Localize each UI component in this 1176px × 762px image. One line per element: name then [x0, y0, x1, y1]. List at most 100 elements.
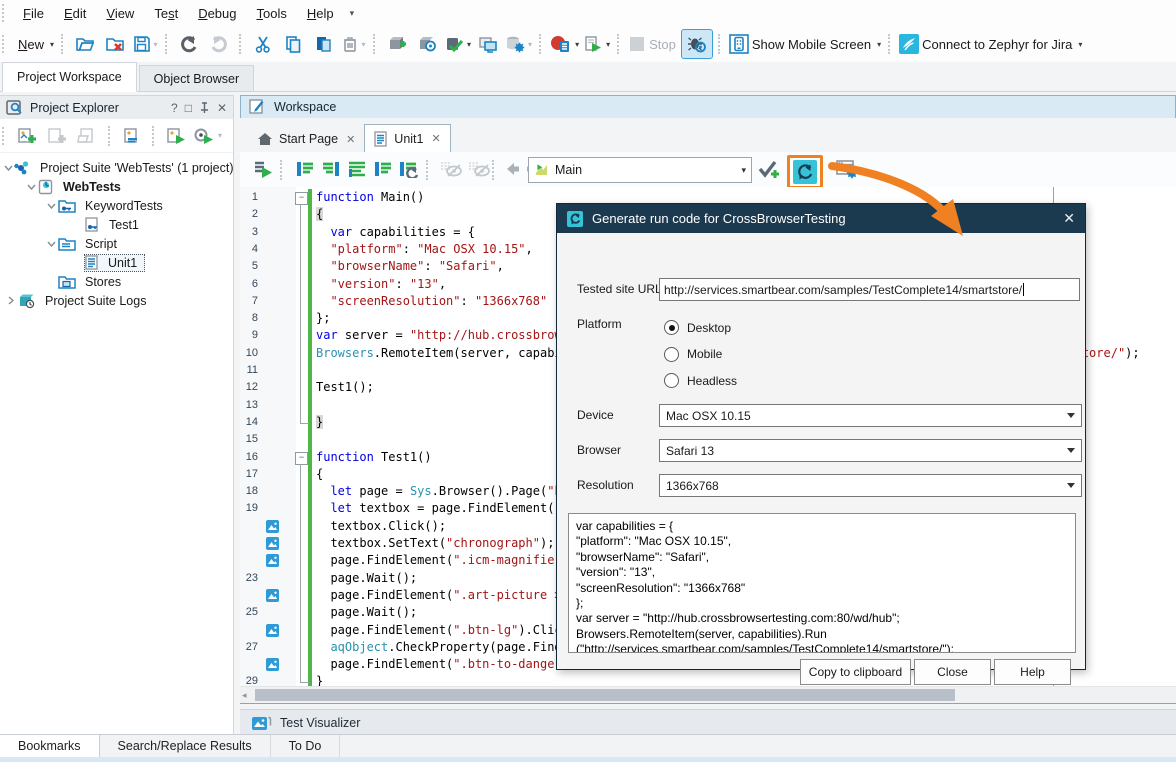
- bottom-tab-bookmarks[interactable]: Bookmarks: [0, 735, 100, 757]
- maximize-icon[interactable]: □: [185, 101, 192, 115]
- radio-icon[interactable]: [664, 347, 679, 362]
- run-test-button[interactable]: ▾: [581, 30, 612, 58]
- help-button[interactable]: Help: [994, 659, 1071, 685]
- open-button[interactable]: [70, 30, 100, 58]
- menu-edit[interactable]: Edit: [54, 2, 96, 25]
- run-project-suite-button[interactable]: ▾: [191, 122, 224, 150]
- tree-item-stores[interactable]: Stores: [0, 272, 233, 291]
- visualizer-thumbnail-icon[interactable]: [266, 554, 279, 567]
- pin-icon[interactable]: [199, 102, 210, 114]
- hide-disabled-code-button[interactable]: [436, 155, 466, 183]
- tree-item-test1[interactable]: Test1: [0, 215, 233, 234]
- tree-expander-icon[interactable]: [4, 296, 18, 305]
- close-button[interactable]: Close: [914, 659, 991, 685]
- add-new-item-button[interactable]: [382, 30, 412, 58]
- tree-expander-icon[interactable]: [44, 241, 58, 247]
- visualizer-thumbnail-icon[interactable]: [266, 658, 279, 671]
- dropdown-arrow-icon[interactable]: [1067, 483, 1075, 488]
- menu-help[interactable]: Help: [297, 2, 344, 25]
- show-disabled-code-button[interactable]: [464, 155, 494, 183]
- visualizer-thumbnail-icon[interactable]: [266, 520, 279, 533]
- browser-select[interactable]: Safari 13: [659, 439, 1082, 462]
- undo-button[interactable]: [174, 30, 204, 58]
- generated-code-preview[interactable]: var capabilities = { "platform": "Mac OS…: [568, 513, 1076, 653]
- record-button[interactable]: ▾: [548, 30, 581, 58]
- doc-tab-project-workspace[interactable]: Project Workspace: [2, 62, 137, 92]
- tree-expander-icon[interactable]: [24, 184, 38, 190]
- scroll-left-arrow-icon[interactable]: ◂: [242, 690, 247, 701]
- add-checkpoint-button[interactable]: [754, 155, 784, 183]
- show-mobile-screen-button[interactable]: Show Mobile Screen▾: [727, 30, 883, 58]
- bottom-tab-search-replace-results[interactable]: Search/Replace Results: [100, 735, 271, 757]
- dropdown-arrow-icon[interactable]: [1067, 413, 1075, 418]
- menu-debug[interactable]: Debug: [188, 2, 246, 25]
- close-project-button[interactable]: [100, 30, 130, 58]
- copy-button[interactable]: [278, 30, 308, 58]
- tree-expander-icon[interactable]: [44, 203, 58, 209]
- visualizer-thumbnail-icon[interactable]: [266, 537, 279, 550]
- menu-file[interactable]: File: [13, 2, 54, 25]
- add-new-project-item-button[interactable]: [13, 122, 43, 150]
- tested-site-url-input[interactable]: http://services.smartbear.com/samples/Te…: [659, 278, 1080, 301]
- device-select[interactable]: Mac OSX 10.15: [659, 404, 1082, 427]
- remote-screen-button[interactable]: [473, 30, 503, 58]
- debug-button[interactable]: [681, 29, 713, 59]
- crossbrowsertesting-button[interactable]: [787, 155, 823, 189]
- dialog-titlebar[interactable]: Generate run code for CrossBrowserTestin…: [557, 204, 1085, 233]
- tree-item-script[interactable]: Script: [0, 234, 233, 253]
- format-revert-button[interactable]: [394, 155, 424, 183]
- tree-item-unit1[interactable]: Unit1: [0, 253, 233, 272]
- test-visualizer-bar[interactable]: Test Visualizer: [240, 709, 1176, 735]
- doc-tab-object-browser[interactable]: Object Browser: [139, 65, 254, 91]
- redo-button[interactable]: [204, 30, 234, 58]
- paste-button[interactable]: [308, 30, 338, 58]
- explorer-toolbar-grip[interactable]: [2, 127, 8, 145]
- save-button[interactable]: ▾: [130, 30, 160, 58]
- radio-icon[interactable]: [664, 320, 679, 335]
- checkpoint-button[interactable]: ▾: [442, 30, 473, 58]
- menu-view[interactable]: View: [96, 2, 144, 25]
- run-project-button[interactable]: [161, 122, 191, 150]
- tree-item-keywordtests[interactable]: KeywordTests: [0, 196, 233, 215]
- tree-item-project-suite-logs[interactable]: Project Suite Logs: [0, 291, 233, 310]
- tree-expander-icon[interactable]: [4, 165, 13, 171]
- menu-tools[interactable]: Tools: [247, 2, 297, 25]
- editor-tab-unit1[interactable]: Unit1✕: [364, 124, 450, 152]
- visualizer-thumbnail-icon[interactable]: [266, 624, 279, 637]
- close-panel-icon[interactable]: ✕: [217, 101, 227, 115]
- dialog-close-icon[interactable]: ✕: [1063, 210, 1075, 227]
- close-tab-icon[interactable]: ✕: [346, 133, 355, 146]
- editor-horizontal-scrollbar[interactable]: ◂: [240, 686, 1176, 703]
- menu-overflow-chevron-icon[interactable]: ▾: [344, 8, 361, 19]
- help-icon[interactable]: ?: [171, 101, 178, 115]
- radio-icon[interactable]: [664, 373, 679, 388]
- object-spy-button[interactable]: [412, 30, 442, 58]
- resolution-select[interactable]: 1366x768: [659, 474, 1082, 497]
- platform-radio-mobile[interactable]: Mobile: [664, 347, 722, 362]
- add-existing-item-button[interactable]: [43, 122, 73, 150]
- fold-collapse-icon[interactable]: −: [295, 192, 308, 205]
- organize-items-button[interactable]: [117, 122, 147, 150]
- tree-item-webtests[interactable]: WebTests: [0, 177, 233, 196]
- close-tab-icon[interactable]: ✕: [431, 132, 440, 145]
- delete-button[interactable]: ▾: [338, 30, 368, 58]
- tree-item-project-suite-webtests-1-project-[interactable]: Project Suite 'WebTests' (1 project): [0, 158, 233, 177]
- toolbar-grip[interactable]: [2, 35, 8, 53]
- dropdown-arrow-icon[interactable]: [1067, 448, 1075, 453]
- menubar-grip[interactable]: [2, 4, 8, 22]
- fold-collapse-icon[interactable]: −: [295, 452, 308, 465]
- platform-radio-headless[interactable]: Headless: [664, 373, 737, 388]
- copy-to-clipboard-button[interactable]: Copy to clipboard: [800, 659, 911, 685]
- editor-tab-start-page[interactable]: Start Page✕: [248, 126, 364, 152]
- data-generator-button[interactable]: ▾: [503, 30, 534, 58]
- open-item-button[interactable]: [73, 122, 103, 150]
- bottom-tab-to-do[interactable]: To Do: [271, 735, 341, 757]
- zephyr-connect-button[interactable]: Connect to Zephyr for Jira▾: [897, 30, 1084, 58]
- stop-button[interactable]: Stop: [626, 30, 681, 58]
- platform-radio-desktop[interactable]: Desktop: [664, 320, 731, 335]
- editor-options-button[interactable]: [832, 155, 862, 183]
- cut-button[interactable]: [248, 30, 278, 58]
- scrollbar-thumb[interactable]: [255, 689, 955, 701]
- function-selector[interactable]: Main ▾: [528, 157, 752, 183]
- new-button[interactable]: New▾: [13, 30, 56, 58]
